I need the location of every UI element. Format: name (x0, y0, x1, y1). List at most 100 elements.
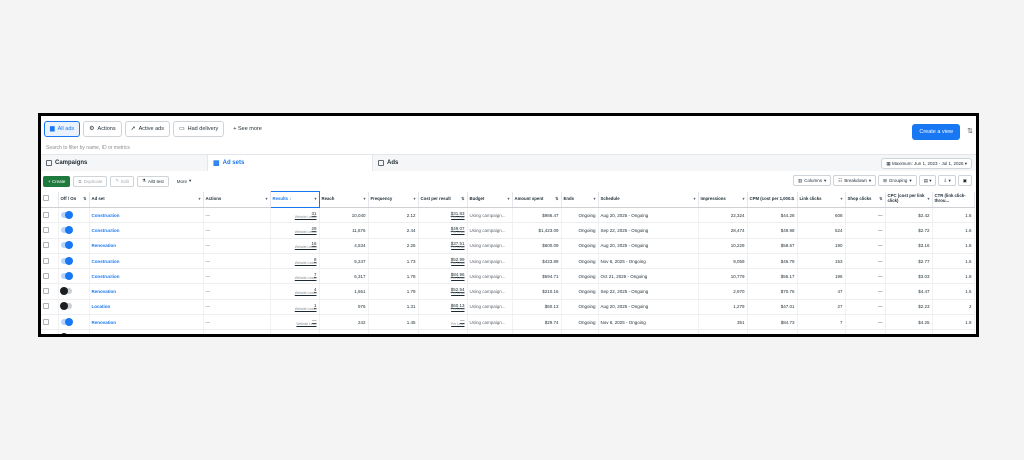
reach-cell-value: 6,317 (354, 273, 366, 279)
col-cpc[interactable]: CPC (cost per link click) ▾ (885, 191, 933, 208)
columns-button[interactable]: ▥ Columns ▾ (793, 175, 832, 186)
tab-ads[interactable]: Ads (373, 155, 493, 171)
ad-set-name[interactable]: Location (89, 329, 204, 334)
row-checkbox[interactable] (43, 257, 49, 264)
table-row[interactable]: Construction — 7 Website Leads 6,317 1.78 $84.… (41, 268, 975, 285)
frequency-cell-value: 1.45 (406, 319, 416, 325)
select-all-header[interactable] (41, 191, 59, 208)
col-off-on[interactable]: Off / On ⇅ (58, 191, 90, 208)
cost-per-result-cell: $60.13 Per Lead (418, 299, 468, 316)
on-off-toggle[interactable] (60, 241, 73, 250)
row-checkbox[interactable] (43, 288, 49, 295)
row-checkbox[interactable] (43, 242, 49, 249)
row-select-cell (41, 207, 59, 224)
table-row[interactable]: Renovation — 16 Website Leads 4,534 2.26 $37.5… (41, 238, 975, 254)
on-off-toggle[interactable] (60, 271, 73, 280)
ad-set-name[interactable]: Renovation (89, 283, 204, 300)
col-frequency[interactable]: Frequency ▾ (368, 191, 419, 208)
expand-button[interactable]: ▣ (957, 175, 972, 186)
table-row[interactable]: Construction — 31 Website Leads 10,040 2.12 $3… (41, 207, 975, 224)
col-actions[interactable]: Actions ▾ (203, 191, 271, 208)
ad-set-name[interactable]: Construction (89, 253, 204, 270)
ad-set-name[interactable]: Renovation (89, 238, 204, 254)
ad-set-name[interactable]: Construction (89, 222, 204, 239)
ends-cell: Ongoing (561, 222, 599, 239)
col-link-clicks[interactable]: Link clicks ▾ (797, 191, 846, 208)
ab-test-button[interactable]: ⚗ A/B test (136, 175, 169, 187)
results-cell: 8 Website Leads (270, 253, 320, 270)
row-checkbox[interactable] (43, 318, 49, 325)
ad-set-name[interactable]: Location (89, 299, 204, 316)
cpm-cell: $46.79 (747, 253, 798, 270)
col-budget[interactable]: Budget ▾ (467, 191, 513, 208)
amount-spent-cell-value: $594.71 (542, 273, 559, 279)
ad-set-name[interactable]: Renovation (89, 314, 204, 331)
col-ends[interactable]: Ends ▾ (561, 191, 599, 208)
ad-set-name[interactable]: Construction (89, 207, 204, 224)
budget-cell: Using campaign... (467, 329, 513, 334)
on-off-toggle[interactable] (60, 210, 73, 219)
view-all-ads[interactable]: ▆ All ads (44, 121, 81, 137)
col-reach[interactable]: Reach ▾ (319, 191, 369, 208)
view-active-ads[interactable]: ➚ Active ads (124, 121, 170, 137)
on-off-toggle[interactable] (59, 287, 72, 296)
col-shop-clicks[interactable]: Shop clicks ⇅ (845, 191, 886, 208)
view-had-delivery[interactable]: ▭ Had delivery (172, 121, 225, 137)
col-cost-per-result[interactable]: Cost per result ⇅ (418, 191, 468, 208)
row-checkbox[interactable] (43, 303, 49, 310)
row-select-cell (41, 283, 59, 300)
grouping-button[interactable]: ⊞ Grouping ▾ (878, 175, 917, 186)
table-row[interactable]: Renovation — — Website Lead 242 1.45— Per Lead… (41, 314, 975, 331)
breakdown-button[interactable]: ☷ Breakdown ▾ (833, 175, 877, 186)
col-amount-spent[interactable]: Amount spent ⇅ (512, 191, 562, 208)
col-impressions[interactable]: Impressions ▾ (698, 191, 748, 208)
schedule-cell-value: Oct 21, 2025 - Ongoing (600, 273, 648, 279)
edit-button[interactable]: ✎ Edit (110, 175, 134, 187)
see-more-button[interactable]: + See more (227, 121, 268, 137)
settings-icon[interactable]: ⇅ (967, 127, 973, 135)
date-range-picker[interactable]: ▦ Maximum: Jun 1, 2023 - Jul 1, 2026 ▾ (881, 158, 972, 169)
more-button[interactable]: More ▾ (171, 175, 197, 187)
row-checkbox[interactable] (43, 226, 49, 233)
export-button[interactable]: ⇩ ▾ (938, 175, 956, 186)
col-ad-set[interactable]: Ad set ▾ (89, 191, 204, 208)
tab-ad-sets[interactable]: ▦ Ad sets (207, 155, 373, 171)
table-row[interactable]: Location —1 Website Leads 976 1.31 $60.13 Per … (41, 299, 975, 316)
shop-clicks-cell: — (845, 253, 886, 270)
row-select-cell (41, 222, 59, 239)
budget-cell: Using campaign... (467, 268, 513, 285)
sort-icon: ⇅ (83, 195, 87, 201)
cpc-cell: $3.03 (885, 268, 933, 285)
tab-campaigns[interactable]: Campaigns (41, 155, 207, 171)
reach-cell: — (319, 329, 369, 334)
duplicate-button[interactable]: ⧉ Duplicate (73, 175, 108, 187)
row-checkbox[interactable] (43, 272, 49, 279)
ends-cell-value: Ongoing (578, 304, 596, 310)
col-cpm[interactable]: CPM (cost per 1,000... ⇅ (747, 191, 798, 208)
table-row[interactable]: Location—————Using campaign...$0.00Ongoi… (41, 329, 975, 334)
view-actions[interactable]: ⚙ Actions (83, 121, 122, 137)
toggle-knob (64, 241, 73, 250)
create-view-button[interactable]: Create a view (912, 124, 960, 140)
table-row[interactable]: Renovation — 4 Website Leads 1,661 1.79 $52.54… (41, 283, 975, 300)
search-input[interactable]: Search to filter by name, ID or metrics (46, 145, 130, 151)
table-row[interactable]: Construction —29 Website Leads 11,676 2.44 $4… (41, 222, 975, 239)
on-off-toggle[interactable] (60, 317, 73, 326)
reports-button[interactable]: ▤ ▾ (918, 175, 937, 186)
col-schedule[interactable]: Schedule ▾ (598, 191, 699, 208)
cost-per-result-cell: — (418, 329, 468, 334)
on-off-toggle[interactable] (60, 225, 73, 234)
on-off-toggle[interactable] (60, 256, 73, 265)
col-ctr[interactable]: CTR (link click-throu... (932, 191, 975, 208)
impressions-cell-value: 9,059 (733, 258, 745, 264)
ad-set-name[interactable]: Construction (89, 268, 204, 285)
create-button[interactable]: + Create (43, 175, 71, 187)
row-checkbox[interactable] (43, 211, 49, 218)
link-clicks-cell: — (797, 329, 846, 334)
select-all-checkbox[interactable] (43, 195, 49, 202)
actions-cell: — (203, 222, 271, 239)
table-row[interactable]: Construction — 8 Website Leads 5,247 1.73 $52.… (41, 253, 975, 270)
on-off-toggle[interactable] (59, 302, 72, 311)
col-results[interactable]: Results ↓ ▾ (269, 191, 320, 208)
schedule-cell: Aug 20, 2025 - Ongoing (598, 207, 699, 224)
